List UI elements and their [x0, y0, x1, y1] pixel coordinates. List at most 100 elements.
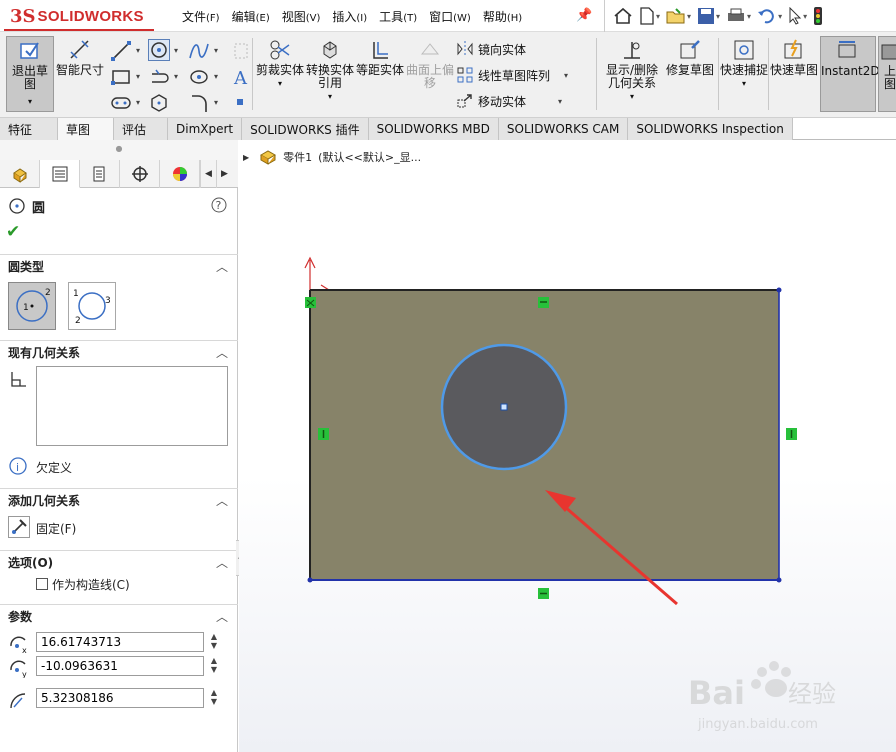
- line-dropdown[interactable]: ▾: [136, 46, 140, 55]
- rectangle-icon[interactable]: [110, 66, 132, 88]
- property-manager-panel: ● ◀ ▶ 圆 ? ✔ 圆类型 ︿ 12 132 现有几何关系 ︿ i 欠定义 添加…: [0, 140, 238, 752]
- exit-sketch-button[interactable]: 退出草图 ▾: [6, 36, 54, 112]
- text-icon[interactable]: A: [230, 66, 252, 88]
- select-cursor-icon[interactable]: ▾: [788, 5, 807, 27]
- help-icon[interactable]: ?: [210, 196, 228, 214]
- save-icon[interactable]: ▾: [697, 5, 720, 27]
- configuration-icon: [93, 166, 104, 182]
- tab-solidworks-inspection[interactable]: SOLIDWORKS Inspection: [628, 118, 793, 140]
- ok-check-icon[interactable]: ✔: [6, 222, 20, 242]
- center-x-spinner[interactable]: ▲ ▼: [208, 632, 220, 652]
- home-icon[interactable]: [613, 5, 633, 27]
- smart-dimension-button[interactable]: 智能尺寸: [56, 36, 104, 112]
- trim-entities-button[interactable]: 剪裁实体 ▾: [256, 36, 304, 112]
- command-manager: 退出草图 ▾ 智能尺寸 ▾ ▾ ▾ ▾ ▾ ▾ A ▾ ▾ 剪裁实体 ▾ 转换实…: [0, 32, 896, 118]
- rapid-sketch-button[interactable]: 快速草图: [770, 36, 818, 112]
- tab-scroll-left[interactable]: ◀: [200, 160, 216, 188]
- fix-relation-button[interactable]: [8, 516, 30, 538]
- add-relations-header[interactable]: 添加几何关系 ︿: [0, 488, 238, 512]
- fillet-dropdown[interactable]: ▾: [214, 98, 218, 107]
- traffic-light-icon[interactable]: [813, 5, 823, 27]
- property-manager-tab[interactable]: [40, 160, 80, 188]
- tab-features[interactable]: 特征: [0, 118, 58, 140]
- menu-tools[interactable]: 工具(T): [373, 8, 423, 25]
- spline-icon[interactable]: [188, 40, 210, 62]
- straight-slot-dropdown[interactable]: ▾: [136, 98, 140, 107]
- radius-spinner[interactable]: ▲ ▼: [208, 688, 220, 708]
- surface-offset-button[interactable]: 曲面上偏移: [406, 36, 454, 112]
- tab-scroll-right[interactable]: ▶: [216, 160, 232, 188]
- center-y-input[interactable]: [36, 656, 204, 676]
- pm-header: 圆 ?: [0, 192, 238, 218]
- menu-insert[interactable]: 插入(I): [326, 8, 373, 25]
- slot-icon[interactable]: [148, 66, 170, 88]
- center-y-icon: y: [10, 660, 27, 678]
- tab-solidworks-mbd[interactable]: SOLIDWORKS MBD: [368, 118, 499, 140]
- svg-text:1: 1: [23, 303, 29, 313]
- parameters-header[interactable]: 参数 ︿: [0, 604, 238, 628]
- convert-entities-button[interactable]: 转换实体引用 ▾: [306, 36, 354, 112]
- straight-slot-icon[interactable]: [110, 92, 132, 114]
- add-relations-section: 添加几何关系 ︿ 固定(F): [0, 488, 238, 548]
- tab-dimxpert[interactable]: DimXpert: [168, 118, 243, 140]
- center-y-spinner[interactable]: ▲ ▼: [208, 656, 220, 676]
- menu-view[interactable]: 视图(V): [276, 8, 327, 25]
- instant2d-icon: [838, 41, 856, 58]
- quick-snaps-button[interactable]: 快速捕捉 ▾: [720, 36, 768, 112]
- undo-icon[interactable]: ▾: [757, 5, 782, 27]
- ellipse-icon[interactable]: [188, 66, 210, 88]
- tab-solidworks-addins[interactable]: SOLIDWORKS 插件: [242, 118, 369, 140]
- open-folder-icon[interactable]: ▾: [666, 5, 691, 27]
- configuration-manager-tab[interactable]: [80, 160, 120, 188]
- fillet-icon[interactable]: [188, 92, 210, 114]
- dimxpert-manager-tab[interactable]: [120, 160, 160, 188]
- circle-center-point[interactable]: [500, 403, 508, 411]
- circle-type-header[interactable]: 圆类型 ︿: [0, 254, 238, 278]
- center-x-input[interactable]: [36, 632, 204, 652]
- mirror-entities-button[interactable]: 镜向实体: [456, 38, 526, 60]
- circle-dropdown[interactable]: ▾: [174, 46, 178, 55]
- tab-sketch[interactable]: 草图: [58, 118, 114, 140]
- spline-dropdown[interactable]: ▾: [214, 46, 218, 55]
- perimeter-circle-button[interactable]: 1 3 2: [68, 282, 116, 330]
- menu-window[interactable]: 窗口(W): [423, 8, 477, 25]
- center-circle-button[interactable]: 12: [8, 282, 56, 330]
- watermark-suffix: 经验: [788, 680, 836, 708]
- print-icon[interactable]: ▾: [726, 5, 751, 27]
- display-manager-tab[interactable]: [160, 160, 200, 188]
- feature-tree-tab[interactable]: [0, 160, 40, 188]
- vertical-relation-icon: [786, 428, 797, 440]
- show-delete-relations-button[interactable]: 显示/删除几何关系 ▾: [600, 36, 664, 112]
- tab-evaluate[interactable]: 评估: [114, 118, 168, 140]
- instant2d-button[interactable]: Instant2D: [820, 36, 880, 112]
- ellipse-dropdown[interactable]: ▾: [214, 72, 218, 81]
- panel-splitter[interactable]: ●: [0, 140, 238, 160]
- point-icon[interactable]: [232, 94, 254, 116]
- existing-relations-header[interactable]: 现有几何关系 ︿: [0, 340, 238, 364]
- tab-solidworks-cam[interactable]: SOLIDWORKS CAM: [498, 118, 629, 140]
- linear-pattern-button[interactable]: 线性草图阵列 ▾: [456, 64, 568, 86]
- menu-edit[interactable]: 编辑(E): [226, 8, 276, 25]
- plane-icon: [234, 43, 248, 59]
- collapse-chevron-icon: ︿: [215, 610, 228, 624]
- slot-dropdown[interactable]: ▾: [174, 72, 178, 81]
- pin-icon[interactable]: 📌: [576, 8, 592, 23]
- line-icon[interactable]: [110, 40, 132, 62]
- quick-access-toolbar: ▾ ▾ ▾ ▾ ▾ ▾: [604, 0, 829, 32]
- offset-entities-button[interactable]: 等距实体: [356, 36, 404, 112]
- circle-tool-icon[interactable]: [148, 39, 170, 61]
- shaded-sketch-button[interactable]: 上图: [878, 36, 896, 112]
- repair-sketch-button[interactable]: 修复草图: [666, 36, 714, 112]
- polygon-icon[interactable]: [148, 92, 170, 114]
- menu-file[interactable]: 文件(F): [176, 8, 226, 25]
- existing-relations-list[interactable]: [36, 366, 228, 446]
- new-document-icon[interactable]: ▾: [639, 5, 660, 27]
- move-entities-button[interactable]: 移动实体 ▾: [456, 90, 562, 112]
- offset-entities-icon: [373, 42, 388, 59]
- options-header[interactable]: 选项(O) ︿: [0, 550, 238, 574]
- rectangle-dropdown[interactable]: ▾: [136, 72, 140, 81]
- construction-geometry-checkbox[interactable]: [36, 578, 48, 590]
- radius-input[interactable]: [36, 688, 204, 708]
- corner-point: [776, 287, 782, 293]
- menu-help[interactable]: 帮助(H): [477, 8, 528, 25]
